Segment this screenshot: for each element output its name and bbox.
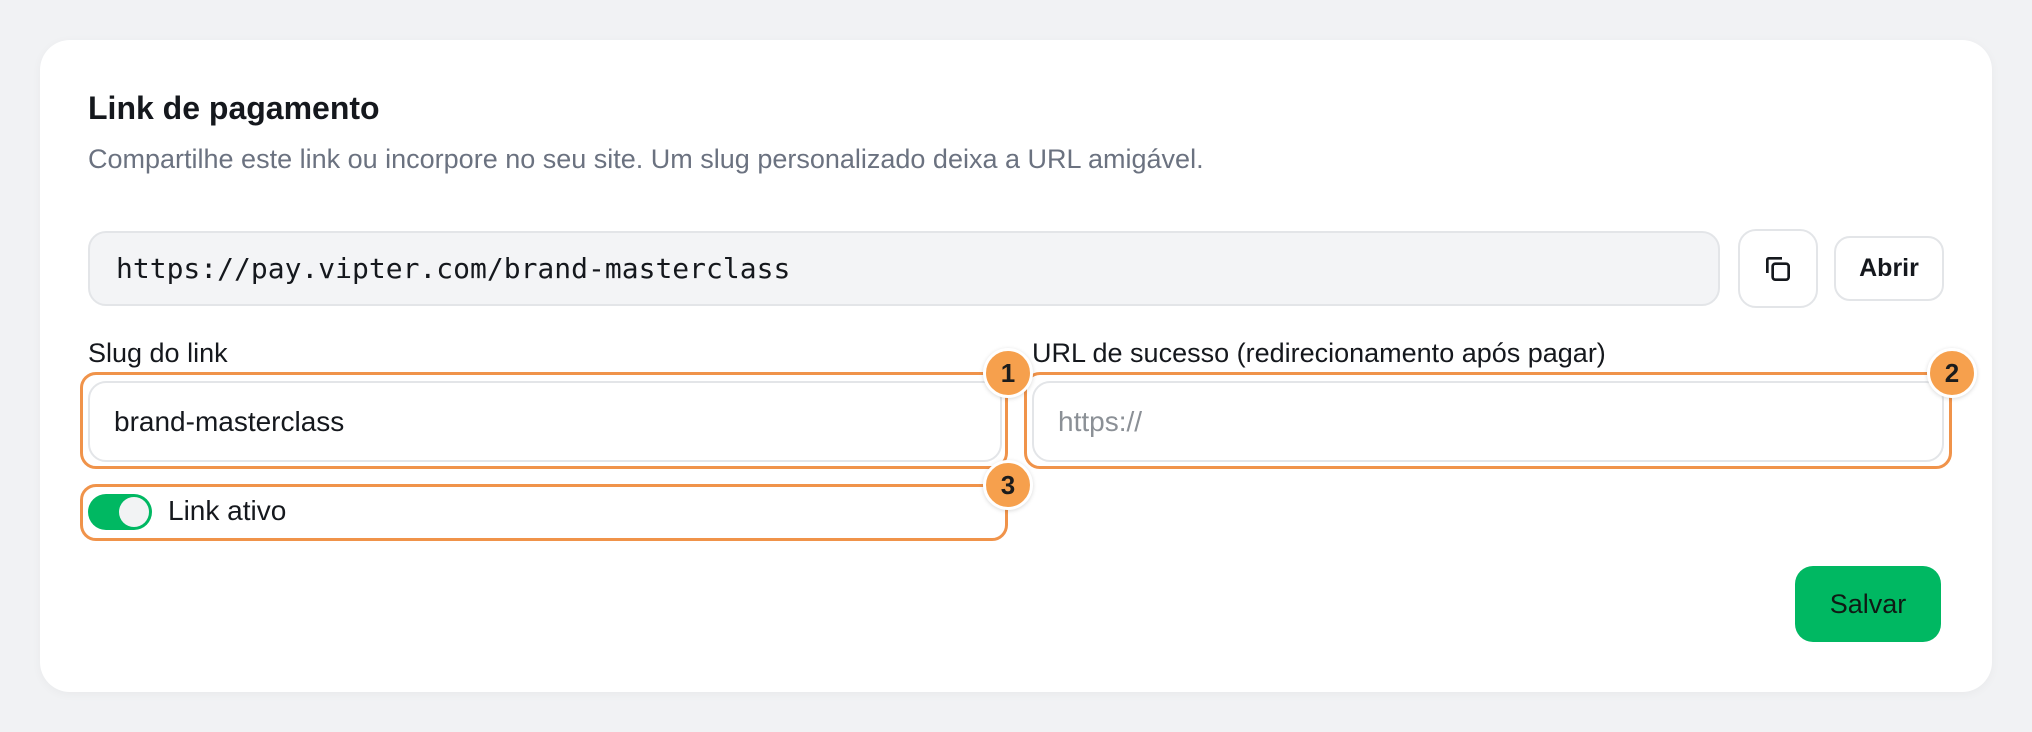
annotation-box-1 bbox=[80, 372, 1008, 469]
copy-link-button[interactable] bbox=[1738, 229, 1818, 308]
payment-link-card: Link de pagamento Compartilhe este link … bbox=[40, 40, 1992, 692]
annotation-badge-2: 2 bbox=[1927, 348, 1977, 398]
open-link-button[interactable]: Abrir bbox=[1834, 236, 1944, 301]
success-url-label: URL de sucesso (redirecionamento após pa… bbox=[1032, 338, 1606, 368]
payment-url-display[interactable]: https://pay.vipter.com/brand-masterclass bbox=[88, 231, 1720, 306]
annotation-badge-3: 3 bbox=[983, 460, 1033, 510]
annotation-box-3 bbox=[80, 484, 1008, 541]
copy-icon bbox=[1766, 256, 1790, 281]
payment-url-text: https://pay.vipter.com/brand-masterclass bbox=[116, 252, 791, 285]
card-subtitle: Compartilhe este link ou incorpore no se… bbox=[88, 144, 1204, 174]
annotation-badge-1: 1 bbox=[983, 348, 1033, 398]
card-title: Link de pagamento bbox=[88, 90, 380, 126]
save-button[interactable]: Salvar bbox=[1795, 566, 1941, 642]
annotation-box-2 bbox=[1024, 372, 1952, 469]
slug-label: Slug do link bbox=[88, 338, 228, 368]
